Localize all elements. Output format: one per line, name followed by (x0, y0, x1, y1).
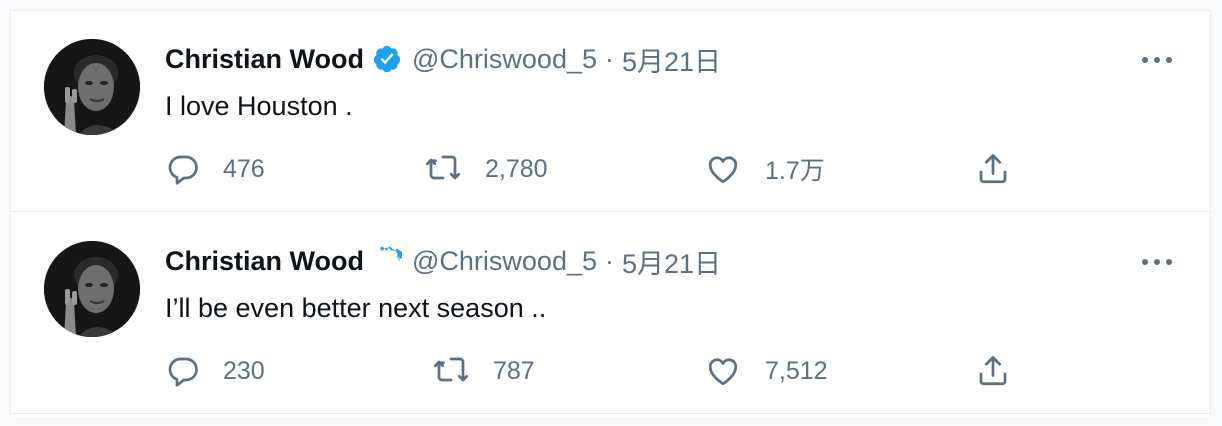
tweet-date[interactable]: 5月21日 (622, 242, 721, 281)
like-button[interactable]: 1.7万 (705, 149, 825, 189)
reply-button[interactable]: 476 (165, 149, 265, 189)
share-button[interactable] (975, 351, 1011, 391)
tweet-actions: 230 787 7,512 (165, 351, 1045, 391)
retweet-icon (425, 155, 461, 180)
heart-icon (708, 156, 738, 184)
separator: · (605, 245, 614, 276)
author-name[interactable]: Christian Wood (165, 246, 364, 277)
author-handle[interactable]: @Chriswood_5 (412, 44, 597, 75)
reply-icon (168, 357, 198, 387)
like-count: 1.7万 (765, 157, 825, 185)
separator: · (605, 43, 614, 74)
like-count: 7,512 (765, 356, 828, 385)
retweet-count: 787 (493, 356, 535, 385)
author-name[interactable]: Christian Wood (165, 44, 364, 75)
avatar[interactable] (44, 241, 140, 337)
reply-icon (168, 155, 198, 185)
tweet[interactable]: Christian Wood @Chriswood_5 · 5月21日 I lo… (11, 11, 1210, 212)
avatar[interactable] (44, 39, 140, 135)
tweet-text: I love Houston . (165, 91, 353, 121)
more-options-icon[interactable] (1142, 257, 1172, 267)
tweet-feed: Christian Wood @Chriswood_5 · 5月21日 I lo… (10, 10, 1211, 417)
heart-icon (708, 358, 738, 386)
tweet-actions: 476 2,780 1.7万 (165, 149, 1045, 189)
reply-button[interactable]: 230 (165, 351, 265, 391)
verified-badge-icon (372, 246, 405, 276)
retweet-button[interactable]: 787 (433, 351, 535, 391)
retweet-count: 2,780 (485, 154, 548, 183)
tweet-date[interactable]: 5月21日 (622, 40, 721, 79)
author-handle[interactable]: @Chriswood_5 (412, 246, 597, 277)
reply-count: 230 (223, 356, 265, 385)
tweet-header: Christian Wood @Chriswood_5 · 5月21日 (165, 41, 721, 77)
reply-count: 476 (223, 154, 265, 183)
share-button[interactable] (975, 149, 1011, 189)
tweet-text: I’ll be even better next season .. (165, 293, 547, 323)
verified-badge-icon (372, 44, 402, 74)
like-button[interactable]: 7,512 (705, 351, 828, 391)
retweet-button[interactable]: 2,780 (425, 149, 548, 189)
retweet-icon (433, 357, 469, 382)
share-icon (979, 154, 1007, 184)
more-options-icon[interactable] (1142, 55, 1172, 65)
tweet-header: Christian Wood @Chriswood_5 · 5月21日 (165, 243, 721, 279)
tweet[interactable]: Christian Wood @Chriswood_5 · 5月21日 I’ll… (11, 213, 1210, 414)
share-icon (979, 356, 1007, 386)
